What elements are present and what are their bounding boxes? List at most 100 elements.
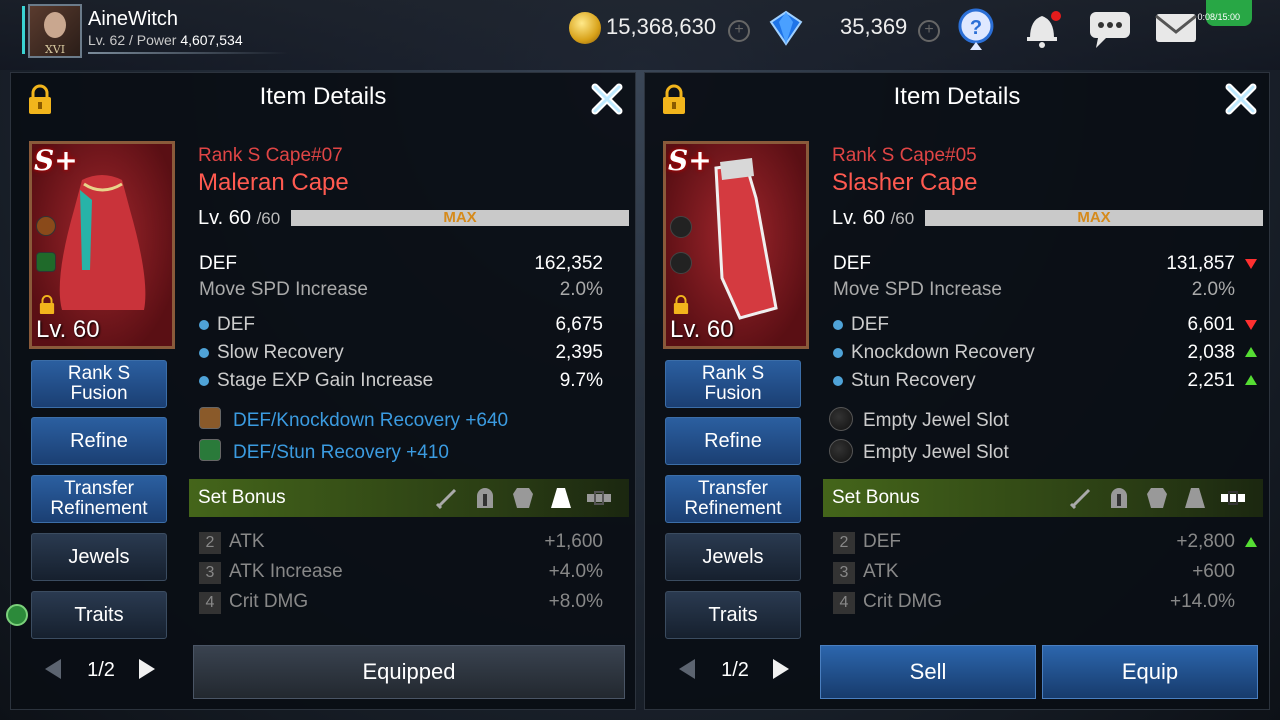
helmet-icon (1111, 488, 1127, 508)
add-gem-icon[interactable]: + (918, 20, 940, 42)
help-icon[interactable]: ? (952, 6, 1000, 50)
chat-icon[interactable] (1086, 6, 1134, 50)
sub-stat-value: 2,038 (1187, 342, 1235, 363)
svg-text:?: ? (970, 17, 982, 39)
divider (88, 52, 288, 54)
rank-fusion-button[interactable]: Rank S Fusion (665, 360, 801, 408)
stun-jewel-icon (199, 439, 221, 461)
next-page-icon[interactable] (139, 659, 155, 679)
equipped-button[interactable]: Equipped (193, 645, 625, 699)
empty-jewel-icon (829, 407, 853, 431)
item-rank-name: Rank S Cape#07 (198, 145, 343, 166)
cape-image (714, 158, 778, 320)
cape-icon (551, 488, 571, 508)
add-gold-icon[interactable]: + (728, 20, 750, 42)
bullet-icon (833, 347, 843, 358)
rank-badge: S+ (668, 144, 712, 177)
empty-jewel-slot[interactable]: Empty Jewel Slot (829, 407, 1009, 432)
base-stat-value: 162,352 (534, 253, 603, 274)
lock-icon (673, 295, 689, 315)
refine-label: Refine (70, 430, 128, 452)
equipped-label: Equipped (362, 659, 456, 684)
level-max: /60 (890, 209, 915, 228)
equip-button[interactable]: Equip (1042, 645, 1258, 699)
jewels-label: Jewels (68, 546, 130, 568)
level-value: Lv. 60 (832, 207, 885, 229)
set-bonus-value: +600 (1192, 561, 1235, 582)
set-bonus-row: 4 Crit DMG (199, 591, 308, 614)
jewels-button[interactable]: Jewels (31, 533, 167, 581)
bullet-icon (833, 375, 843, 386)
sub-stat-label: DEF (833, 314, 889, 336)
avatar-face (44, 12, 66, 38)
item-level: Lv. 60 /60 (198, 207, 280, 230)
armor-icon (1147, 488, 1167, 508)
traits-button[interactable]: Traits (31, 591, 167, 639)
traits-label: Traits (708, 604, 758, 626)
power-value: 4,607,534 (180, 32, 243, 48)
transfer-refinement-button[interactable]: Transfer Refinement (31, 475, 167, 523)
item-name: Slasher Cape (832, 169, 978, 196)
side-menu-icon[interactable] (6, 604, 28, 626)
accent-line (22, 6, 25, 54)
traits-button[interactable]: Traits (665, 591, 801, 639)
empty-jewel-icon (829, 439, 853, 463)
sub-stat-label: Stage EXP Gain Increase (199, 370, 433, 392)
gold-coin-icon (569, 12, 601, 44)
player-level-power: Lv. 62 / Power 4,607,534 (88, 32, 243, 48)
set-bonus-label: Set Bonus (832, 487, 920, 508)
empty-socket-icon (670, 216, 692, 238)
username: AineWitch (88, 8, 179, 30)
stat-up-arrow-icon (1245, 347, 1257, 357)
top-bar: XVI AineWitch Lv. 62 / Power 4,607,534 1… (0, 0, 1280, 70)
set-bonus-bar[interactable]: Set Bonus (823, 479, 1263, 517)
refine-button[interactable]: Refine (665, 417, 801, 465)
rank-fusion-button[interactable]: Rank S Fusion (31, 360, 167, 408)
close-icon[interactable] (1221, 79, 1261, 119)
traits-label: Traits (74, 604, 124, 626)
jewel-socket-icon (36, 252, 56, 272)
refine-label: Refine (704, 430, 762, 452)
set-bonus-row: 3 ATK (833, 561, 899, 584)
set-bonus-value: +1,600 (544, 531, 603, 552)
close-icon[interactable] (587, 79, 627, 119)
sub-stat-label: DEF (199, 314, 255, 336)
sub-stat-value: 2,251 (1187, 370, 1235, 391)
base-stat-label: Move SPD Increase (833, 279, 1002, 300)
gem-amount: 35,369 (840, 14, 908, 39)
level-max: /60 (256, 209, 281, 228)
player-avatar[interactable]: XVI (28, 4, 82, 58)
sell-button[interactable]: Sell (820, 645, 1036, 699)
sub-stat-value: 2,395 (555, 342, 603, 363)
max-label: MAX (1077, 209, 1111, 226)
level-progress-bar: MAX (925, 210, 1263, 226)
rank-fusion-label: Rank S Fusion (67, 363, 131, 404)
base-stat-value: 2.0% (559, 279, 603, 300)
refine-button[interactable]: Refine (31, 417, 167, 465)
sell-label: Sell (909, 659, 947, 684)
item-details-panel-left: Item Details S+ Lv. 60 Rank S Fusion Ref… (10, 72, 636, 710)
jewels-button[interactable]: Jewels (665, 533, 801, 581)
transfer-refinement-button[interactable]: Transfer Refinement (665, 475, 801, 523)
set-bonus-bar[interactable]: Set Bonus (189, 479, 629, 517)
set-bonus-row: 4 Crit DMG (833, 591, 942, 614)
panel-title: Item Details (259, 83, 387, 110)
level-progress-bar: MAX (291, 210, 629, 226)
belt-icon (1221, 491, 1245, 505)
base-stat-label: Move SPD Increase (199, 279, 368, 300)
set-bonus-row: 2 ATK (199, 531, 265, 554)
bullet-icon (199, 347, 209, 358)
mail-icon[interactable] (1152, 6, 1200, 50)
notification-bell-icon[interactable] (1018, 6, 1066, 50)
sub-stat-value: 9.7% (559, 370, 603, 391)
level-value: Lv. 60 (198, 207, 251, 229)
helmet-icon (477, 488, 493, 508)
bullet-icon (199, 375, 209, 386)
item-card: S+ Lv. 60 (663, 141, 809, 349)
next-page-icon[interactable] (773, 659, 789, 679)
gold-amount: 15,368,630 (606, 14, 717, 39)
set-bonus-value: +8.0% (548, 591, 603, 612)
jewels-label: Jewels (702, 546, 764, 568)
avatar-rank: XVI (44, 43, 66, 56)
empty-jewel-slot[interactable]: Empty Jewel Slot (829, 439, 1009, 464)
